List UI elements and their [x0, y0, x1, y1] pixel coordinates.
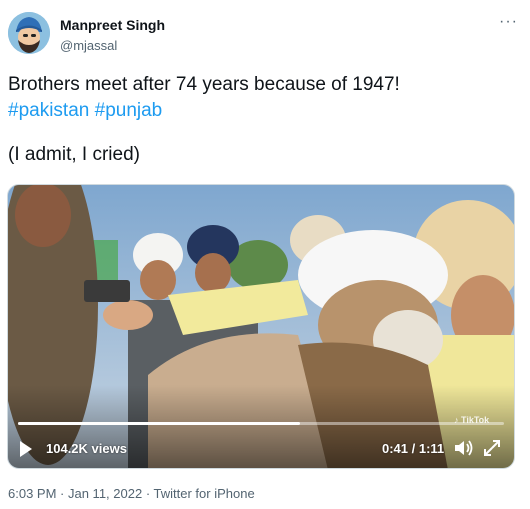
tweet-time[interactable]: 6:03 PM	[8, 486, 56, 501]
expand-icon[interactable]	[482, 438, 502, 458]
cartoon-avatar-icon	[8, 12, 50, 54]
meta-separator: ·	[56, 486, 68, 501]
tweet-source: Twitter for iPhone	[153, 486, 255, 501]
tweet-text: Brothers meet after 74 years because of …	[8, 72, 518, 168]
meta-separator: ·	[142, 486, 154, 501]
view-count: 104.2K views	[46, 441, 127, 456]
progress-bar[interactable]	[18, 422, 504, 425]
hashtag-link[interactable]: #punjab	[95, 100, 163, 121]
progress-fill	[18, 422, 300, 425]
video-frame	[8, 185, 514, 468]
user-handle[interactable]: @mjassal	[60, 38, 117, 53]
play-icon[interactable]	[20, 441, 32, 457]
tweet-line: (I admit, I cried)	[8, 144, 140, 165]
volume-icon[interactable]	[452, 437, 474, 459]
tweet-hashtags: #pakistan #punjab	[8, 98, 518, 124]
video-timer: 0:41 / 1:11	[382, 441, 445, 456]
avatar[interactable]	[8, 12, 50, 54]
tweet-date[interactable]: Jan 11, 2022	[68, 486, 142, 501]
hashtag-link[interactable]: #pakistan	[8, 100, 89, 121]
display-name[interactable]: Manpreet Singh	[60, 17, 165, 33]
tweet-header: Manpreet Singh @mjassal ···	[8, 12, 522, 60]
video-controls: 104.2K views 0:41 / 1:11	[8, 428, 514, 468]
video-player[interactable]: ♪ TikTok 104.2K views 0:41 / 1:11	[7, 184, 515, 469]
tweet-meta: 6:03 PM · Jan 11, 2022 · Twitter for iPh…	[8, 486, 255, 501]
tweet-line: Brothers meet after 74 years because of …	[8, 74, 400, 95]
more-options-icon[interactable]: ···	[499, 14, 518, 30]
